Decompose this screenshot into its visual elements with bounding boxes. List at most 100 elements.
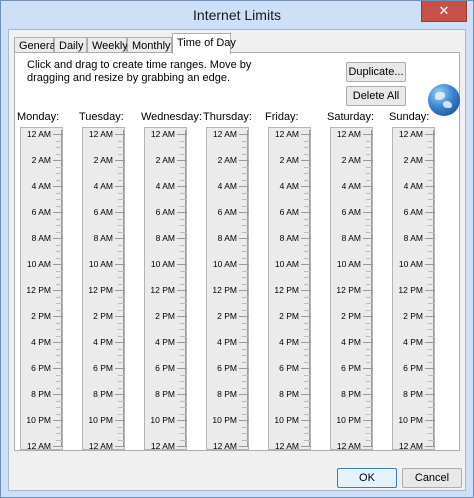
tab-weekly[interactable]: Weekly [87,37,128,53]
minor-tick-mark [118,258,125,259]
minor-tick-mark [242,284,249,285]
major-tick-mark [301,342,311,343]
minor-tick-mark [428,407,435,408]
minor-tick-mark [304,323,311,324]
time-tick-label: 10 PM [26,415,51,425]
minor-tick-mark [56,271,63,272]
tab-daily[interactable]: Daily [54,37,87,53]
minor-tick-mark [118,251,125,252]
minor-tick-mark [366,329,373,330]
minor-tick-mark [304,225,311,226]
time-range-column[interactable]: 12 AM 2 AM 4 AM 6 AM 8 AM 10 AM 12 PM 2 PM 4 PM 6… [330,127,373,451]
tab-time-of-day[interactable]: Time of Day [172,33,236,54]
time-tick-label: 8 PM [93,389,113,399]
time-tick-label: 12 AM [398,441,423,451]
major-tick-mark [53,264,63,265]
minor-tick-mark [366,232,373,233]
window-title: Internet Limits [193,7,281,23]
minor-tick-mark [428,219,435,220]
major-tick-mark [53,290,63,291]
minor-tick-mark [366,433,373,434]
time-tick-label: 4 AM [403,181,423,191]
minor-tick-mark [304,245,311,246]
column-axis-line [433,130,434,447]
minor-tick-mark [428,154,435,155]
major-tick-mark [53,368,63,369]
minor-tick-mark [428,232,435,233]
major-tick-mark [239,134,249,135]
minor-tick-mark [428,388,435,389]
time-tick-label: 10 PM [398,415,423,425]
minor-tick-mark [180,232,187,233]
minor-tick-mark [242,271,249,272]
major-tick-mark [239,446,249,447]
time-tick-label: 12 PM [398,285,423,295]
time-range-column[interactable]: 12 AM 2 AM 4 AM 6 AM 8 AM 10 AM 12 PM 2 PM 4 PM 6… [20,127,63,451]
minor-tick-mark [428,173,435,174]
time-tick-label: 6 PM [403,363,423,373]
time-range-column[interactable]: 12 AM 2 AM 4 AM 6 AM 8 AM 10 AM 12 PM 2 PM 4 PM 6… [82,127,125,451]
day-label: Sunday: [389,111,430,123]
time-tick-label: 12 PM [212,285,237,295]
time-tick-label: 2 PM [93,311,113,321]
minor-tick-mark [428,225,435,226]
time-tick-label: 12 PM [26,285,51,295]
time-tick-label: 12 AM [274,441,299,451]
minor-tick-mark [180,225,187,226]
minor-tick-mark [304,199,311,200]
minor-tick-mark [180,180,187,181]
ok-button[interactable]: OK [337,468,397,488]
major-tick-mark [177,290,187,291]
time-range-column[interactable]: 12 AM 2 AM 4 AM 6 AM 8 AM 10 AM 12 PM 2 PM 4 PM 6… [206,127,249,451]
major-tick-mark [53,446,63,447]
minor-tick-mark [56,297,63,298]
tab-monthly[interactable]: Monthly [127,37,172,53]
minor-tick-mark [242,258,249,259]
minor-tick-mark [366,258,373,259]
time-tick-label: 4 PM [93,337,113,347]
time-tick-label: 2 AM [31,155,51,165]
minor-tick-mark [118,375,125,376]
minor-tick-mark [56,375,63,376]
minor-tick-mark [304,284,311,285]
close-button[interactable]: ✕ [421,1,467,22]
minor-tick-mark [180,355,187,356]
major-tick-mark [239,316,249,317]
minor-tick-mark [242,277,249,278]
major-tick-mark [239,368,249,369]
major-tick-mark [177,368,187,369]
time-tick-label: 6 PM [217,363,237,373]
time-tick-label: 10 AM [336,259,361,269]
minor-tick-mark [428,258,435,259]
minor-tick-mark [304,251,311,252]
tab-general[interactable]: General [14,37,58,53]
minor-tick-mark [56,232,63,233]
minor-tick-mark [366,199,373,200]
minor-tick-mark [118,284,125,285]
duplicate-button[interactable]: Duplicate... [346,62,406,82]
minor-tick-mark [366,375,373,376]
time-tick-label: 4 AM [93,181,113,191]
time-tick-label: 8 PM [217,389,237,399]
minor-tick-mark [118,206,125,207]
cancel-button[interactable]: Cancel [402,468,462,488]
minor-tick-mark [242,219,249,220]
time-range-column[interactable]: 12 AM 2 AM 4 AM 6 AM 8 AM 10 AM 12 PM 2 PM 4 PM 6… [392,127,435,451]
minor-tick-mark [242,401,249,402]
minor-tick-mark [56,323,63,324]
time-range-column[interactable]: 12 AM 2 AM 4 AM 6 AM 8 AM 10 AM 12 PM 2 PM 4 PM 6… [268,127,311,451]
time-tick-label: 10 AM [150,259,175,269]
minor-tick-mark [242,310,249,311]
minor-tick-mark [118,362,125,363]
minor-tick-mark [118,167,125,168]
time-range-column[interactable]: 12 AM 2 AM 4 AM 6 AM 8 AM 10 AM 12 PM 2 PM 4 PM 6… [144,127,187,451]
minor-tick-mark [180,199,187,200]
minor-tick-mark [180,323,187,324]
time-tick-label: 2 PM [279,311,299,321]
time-tick-label: 12 AM [212,129,237,139]
minor-tick-mark [428,303,435,304]
delete-all-button[interactable]: Delete All [346,86,406,106]
column-axis-line [123,130,124,447]
minor-tick-mark [366,362,373,363]
time-tick-label: 8 AM [31,233,51,243]
